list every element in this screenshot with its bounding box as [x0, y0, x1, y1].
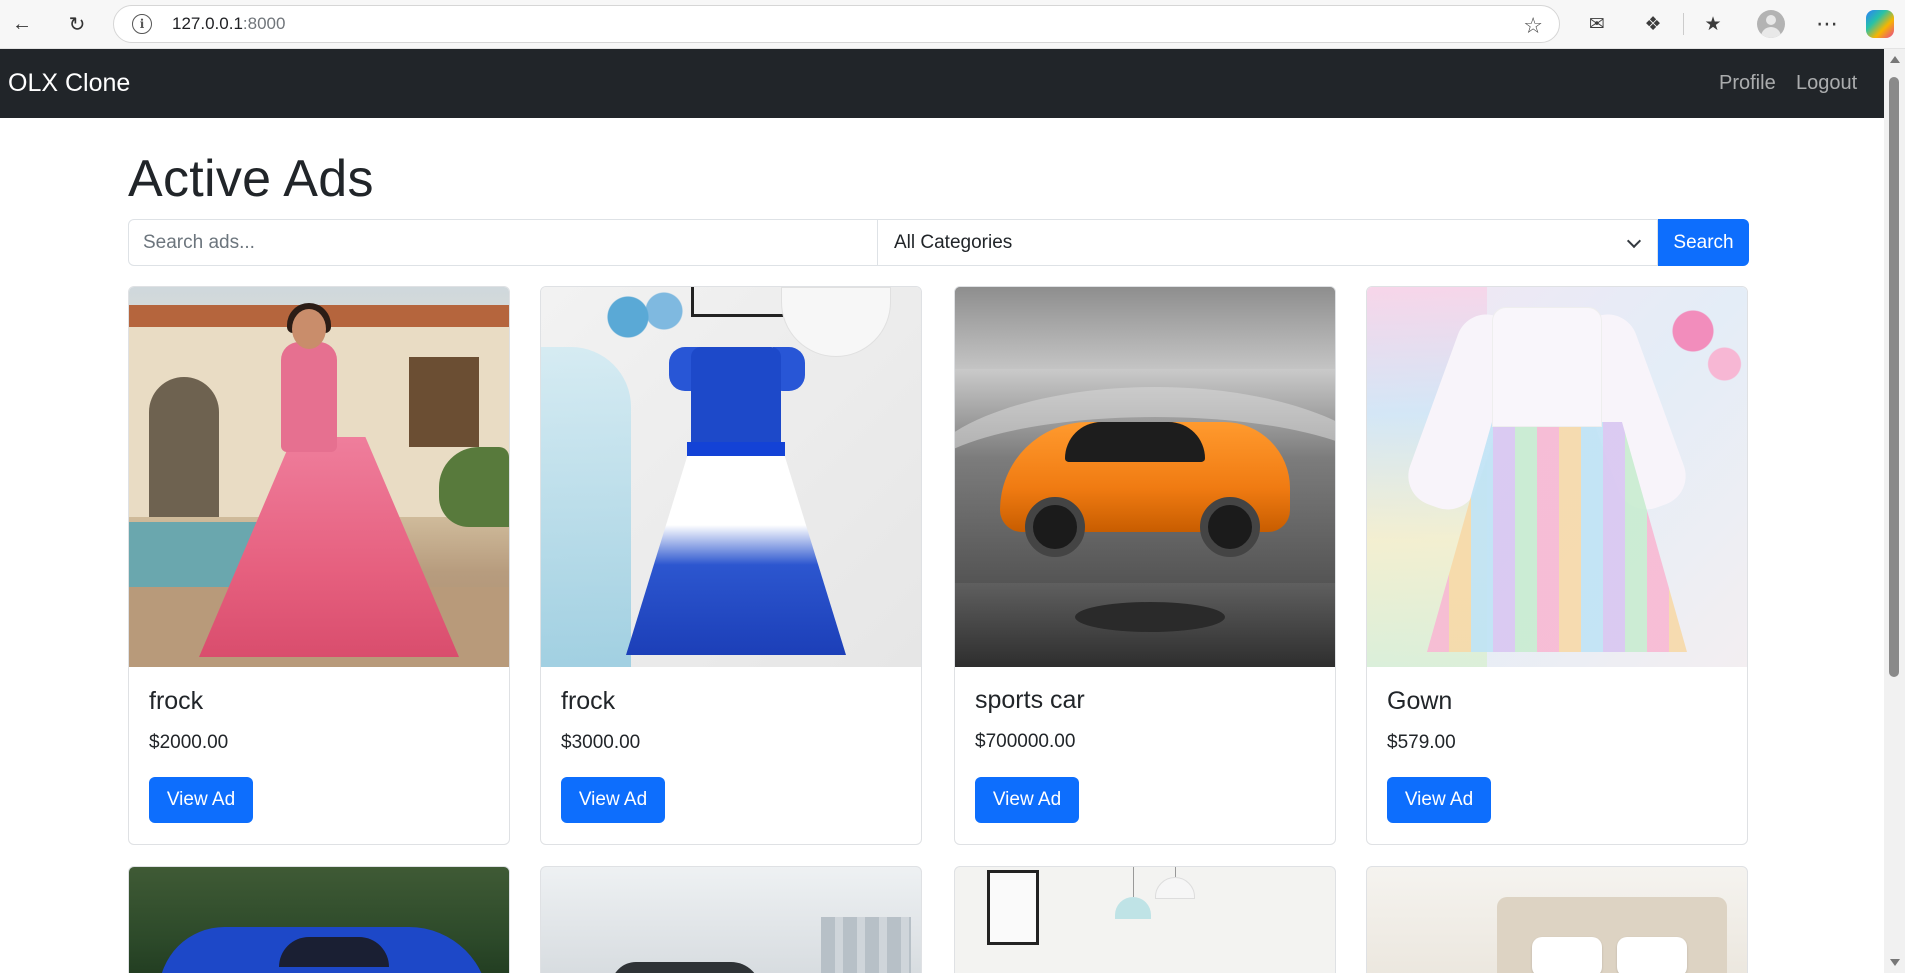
ad-price: $3000.00 [561, 732, 641, 753]
extensions-icon[interactable]: ❖ [1636, 8, 1670, 40]
ad-title: frock [149, 687, 204, 715]
view-ad-button[interactable]: View Ad [975, 777, 1079, 823]
scroll-up-arrow-icon[interactable] [1890, 56, 1900, 63]
more-menu-icon[interactable]: ⋯ [1810, 8, 1844, 40]
nav-link-logout[interactable]: Logout [1796, 72, 1857, 95]
site-navbar: OLX Clone Profile Logout [0, 49, 1884, 118]
view-ad-button[interactable]: View Ad [1387, 777, 1491, 823]
ad-price: $700000.00 [975, 731, 1076, 752]
scrollbar-thumb[interactable] [1889, 77, 1899, 677]
address-bar[interactable]: i 127.0.0.1:8000 ☆ [113, 5, 1560, 43]
toolbar-divider [1683, 13, 1684, 35]
view-ad-button[interactable]: View Ad [561, 777, 665, 823]
category-select[interactable]: All Categories [878, 219, 1658, 266]
brand-link[interactable]: OLX Clone [8, 69, 130, 98]
scroll-down-arrow-icon[interactable] [1890, 959, 1900, 966]
reload-icon[interactable]: ↻ [61, 8, 93, 40]
browser-toolbar: ← ↻ i 127.0.0.1:8000 ☆ ✉ ❖ ★ ⋯ [0, 0, 1905, 49]
ad-card: frock $3000.00 View Ad [540, 286, 922, 845]
site-info-icon[interactable]: i [132, 14, 152, 34]
copilot-icon[interactable] [1866, 10, 1894, 38]
favorite-star-icon[interactable]: ☆ [1523, 13, 1543, 39]
ad-image [129, 287, 509, 667]
ad-card: Gown $579.00 View Ad [1366, 286, 1748, 845]
ad-title: Gown [1387, 687, 1453, 715]
favorites-icon[interactable]: ★ [1696, 8, 1730, 40]
ad-image [955, 287, 1335, 667]
search-button[interactable]: Search [1658, 219, 1749, 266]
address-url[interactable]: 127.0.0.1:8000 [172, 14, 285, 34]
ad-price: $2000.00 [149, 732, 229, 753]
view-ad-button[interactable]: View Ad [149, 777, 253, 823]
ad-title: sports car [975, 686, 1085, 714]
nav-link-profile[interactable]: Profile [1719, 72, 1776, 95]
category-selected-label: All Categories [894, 231, 1013, 253]
profile-avatar-icon[interactable] [1757, 10, 1785, 38]
page-viewport: OLX Clone Profile Logout Active Ads All … [0, 49, 1884, 973]
ad-card-partial[interactable] [1366, 866, 1748, 973]
ad-card: frock $2000.00 View Ad [128, 286, 510, 845]
ad-title: frock [561, 687, 616, 715]
mail-icon[interactable]: ✉ [1580, 8, 1614, 40]
search-input[interactable] [128, 219, 878, 266]
ad-price: $579.00 [1387, 732, 1456, 753]
ad-image [1367, 287, 1747, 667]
ad-card-partial[interactable] [128, 866, 510, 973]
ad-card-partial[interactable] [540, 866, 922, 973]
ad-image [541, 287, 921, 667]
chevron-down-icon [1626, 233, 1642, 249]
ad-card: sports car $700000.00 View Ad [954, 286, 1336, 845]
ad-card-partial[interactable] [954, 866, 1336, 973]
back-arrow-icon[interactable]: ← [6, 8, 38, 40]
search-form: All Categories Search [128, 219, 1749, 266]
page-scrollbar[interactable] [1884, 49, 1905, 973]
page-title: Active Ads [128, 150, 374, 208]
